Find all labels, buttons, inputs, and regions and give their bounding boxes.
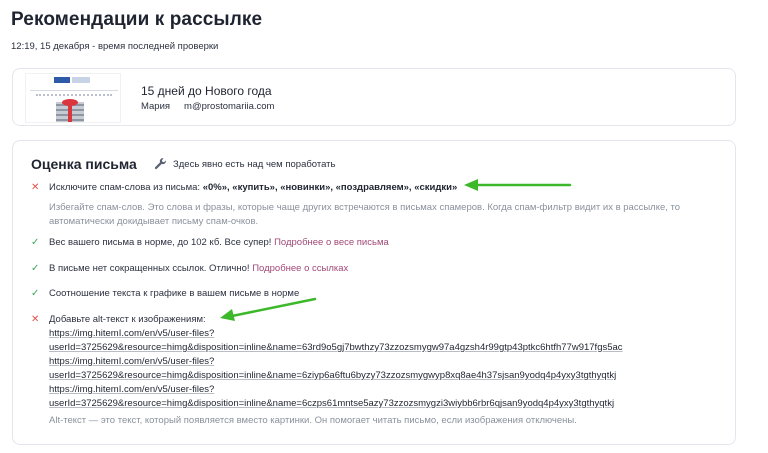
spam-words-list: «0%», «купить», «новинки», «поздравляем»…: [202, 182, 458, 193]
checkmark-icon: ✓: [31, 288, 40, 299]
evaluation-title: Оценка письма: [31, 156, 137, 172]
evaluation-summary: Здесь явно есть над чем поработать: [173, 159, 336, 170]
evaluation-card: Оценка письма Здесь явно есть над чем по…: [12, 140, 736, 445]
last-check-time: 12:19, 15 декабря - время последней пров…: [11, 41, 219, 52]
spam-words-text: Исключите спам-слова из письма:: [49, 182, 201, 193]
annotation-arrow: [220, 297, 317, 321]
page-title: Рекомендации к рассылке: [11, 9, 263, 30]
links-details-link[interactable]: Подробнее о ссылках: [252, 263, 348, 274]
weight-text: Вес вашего письма в норме, до 102 кб. Вс…: [49, 237, 272, 248]
short-links-text: В письме нет сокращенных ссылок. Отлично…: [49, 263, 250, 274]
cross-icon: ✕: [31, 314, 40, 325]
alt-text-text: Добавьте alt-текст к изображениям:: [49, 314, 206, 325]
sender-email: m@prostomariia.com: [184, 101, 275, 112]
campaign-sender: Мария m@prostomariia.com: [141, 101, 288, 112]
campaign-subject: 15 дней до Нового года: [141, 84, 272, 98]
weight-details-link[interactable]: Подробнее о весе письма: [274, 237, 389, 248]
campaign-card[interactable]: 15 дней до Нового года Мария m@prostomari…: [12, 68, 736, 126]
email-preview-image[interactable]: [25, 73, 121, 123]
checkmark-icon: ✓: [31, 237, 40, 248]
annotation-arrow: [464, 179, 572, 191]
wrench-icon: [154, 158, 166, 170]
sender-name: Мария: [141, 101, 171, 112]
checkmark-icon: ✓: [31, 263, 40, 274]
cross-icon: ✕: [31, 182, 40, 193]
